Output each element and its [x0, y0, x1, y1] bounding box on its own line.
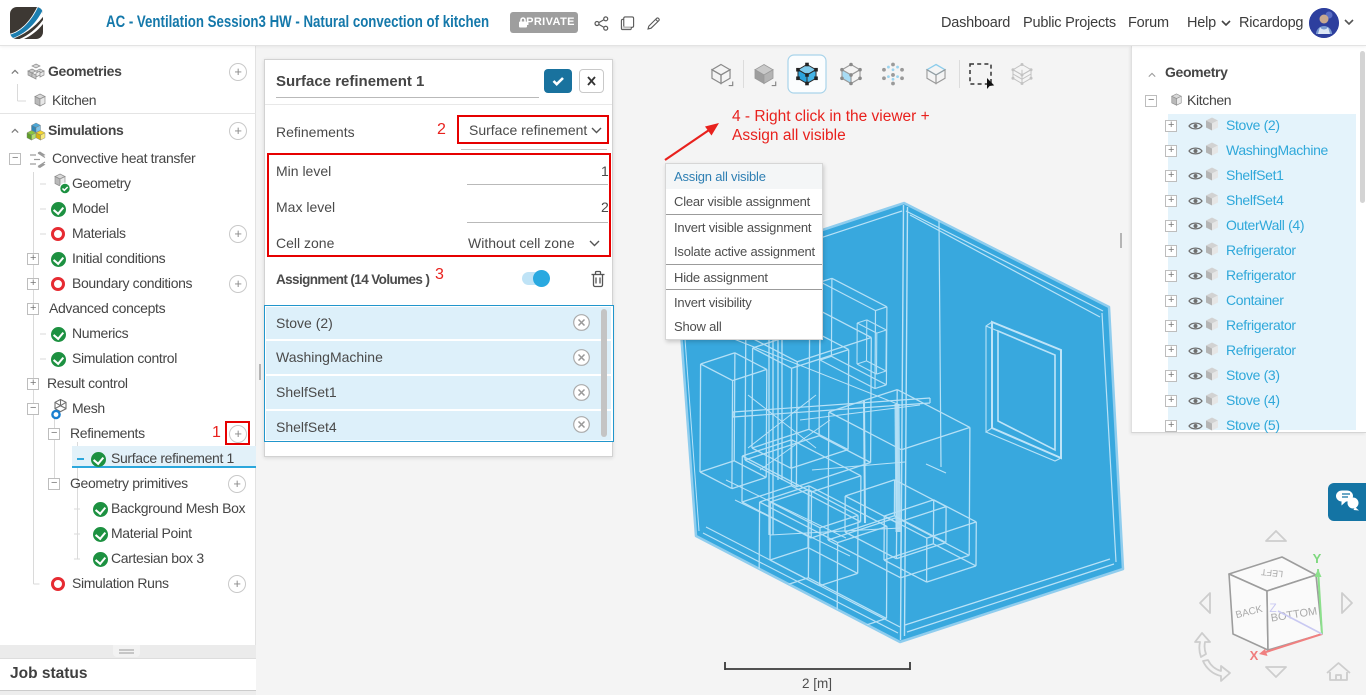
svg-text:Z: Z	[1269, 601, 1276, 615]
svg-text:X: X	[1250, 648, 1259, 663]
svg-text:Y: Y	[1313, 551, 1322, 566]
svg-text:2 [m]: 2 [m]	[802, 676, 832, 691]
